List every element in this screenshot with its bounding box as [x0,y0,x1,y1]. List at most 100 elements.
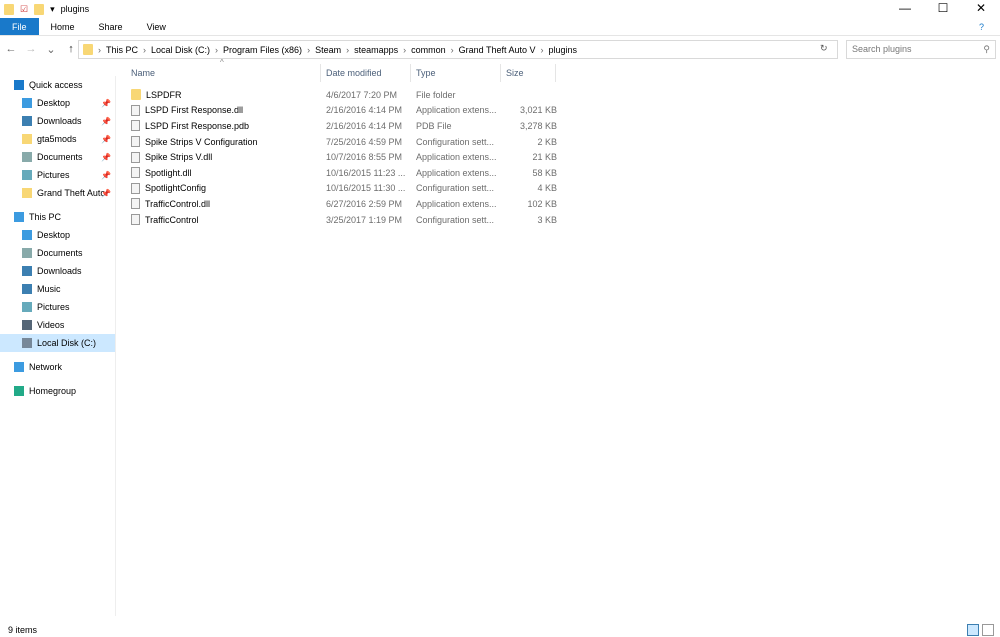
pin-icon: 📌 [101,98,111,108]
new-folder-icon[interactable] [34,3,45,15]
file-name: Spotlight.dll [145,167,192,178]
breadcrumb-item[interactable]: This PC [106,45,138,55]
file-row[interactable]: TrafficControl 3/25/2017 1:19 PM Configura… [126,212,561,228]
file-row[interactable]: Spotlight.dll 10/16/2015 11:23 ... Applica… [126,165,561,181]
file-name: TrafficControl.dll [145,198,211,209]
breadcrumb-item[interactable]: common [411,45,446,55]
file-name-cell: TrafficControl [126,214,321,226]
sidebar-item[interactable]: Downloads [0,262,115,280]
sidebar-item[interactable]: Documents [0,244,115,262]
sidebar-item-label: Documents [37,152,83,162]
computer-icon [14,212,24,222]
file-icon [131,136,140,148]
tab-home[interactable]: Home [39,18,87,35]
file-icon [131,182,140,194]
breadcrumb-item[interactable]: Program Files (x86) [223,45,302,55]
file-row[interactable]: TrafficControl.dll 6/27/2016 2:59 PM Appli… [126,196,561,212]
tab-view[interactable]: View [135,18,178,35]
file-type: Application extens... [416,198,497,209]
breadcrumb-item[interactable]: Local Disk (C:) [151,45,210,55]
file-icon [131,167,140,179]
file-row[interactable]: LSPDFR 4/6/2017 7:20 PM File folder [126,87,561,103]
breadcrumb-separator[interactable]: › [403,45,406,55]
breadcrumb-separator[interactable]: › [451,45,454,55]
search-placeholder: Search plugins [852,44,912,54]
sidebar-item-label: Homegroup [29,386,77,396]
customize-toolbar-icon[interactable]: ▾ [50,4,55,15]
file-type: Configuration sett... [416,214,495,225]
back-button[interactable]: ← [4,43,18,55]
sidebar-item[interactable]: Quick access [0,76,115,94]
file-size: 102 KB [527,198,557,209]
address-bar[interactable]: › This PC › Local Disk (C:) › Program Files (… [78,40,838,59]
sidebar-item[interactable]: Music [0,280,115,298]
sort-ascending-icon: ^ [220,58,224,67]
properties-icon[interactable]: ☑ [20,4,28,15]
large-icons-view-button[interactable] [982,624,994,636]
file-date: 6/27/2016 2:59 PM [326,198,403,209]
documents-icon [22,248,32,258]
file-size: 3,278 KB [519,120,557,131]
sidebar-item[interactable]: Desktop [0,226,115,244]
network-icon [14,362,24,372]
sidebar-item[interactable]: Pictures [0,298,115,316]
file-row[interactable]: LSPD First Response.pdb 2/16/2016 4:14 PM… [126,118,561,134]
help-icon[interactable]: ? [979,22,984,32]
pin-icon: 📌 [101,152,111,162]
sidebar-item[interactable]: This PC [0,208,115,226]
sidebar-item[interactable]: Pictures 📌 [0,166,115,184]
refresh-icon[interactable]: ↻ [820,43,828,54]
breadcrumb-separator[interactable]: › [346,45,349,55]
file-icon [131,120,140,132]
file-name-cell: LSPD First Response.dll [126,104,321,116]
desktop-icon [22,98,32,108]
file-row[interactable]: Spike Strips V.dll 10/7/2016 8:55 PM Appli… [126,149,561,165]
file-row[interactable]: SpotlightConfig 10/16/2015 11:30 ... Confi… [126,181,561,197]
breadcrumb-separator[interactable]: › [541,45,544,55]
file-type: File folder [416,89,456,100]
maximize-button[interactable]: ☐ [924,0,962,16]
details-view-button[interactable] [967,624,979,636]
breadcrumb-separator[interactable]: › [98,45,101,55]
sidebar-item[interactable]: Documents 📌 [0,148,115,166]
close-button[interactable]: ✕ [962,0,1000,16]
file-name: LSPDFR [146,89,182,100]
file-name-cell: SpotlightConfig [126,182,321,194]
up-button[interactable]: ↑ [64,43,78,55]
breadcrumb-item[interactable]: steamapps [354,45,398,55]
sidebar-item-label: Pictures [37,170,70,180]
column-date[interactable]: Date modified [321,64,411,82]
breadcrumb-separator[interactable]: › [143,45,146,55]
search-input[interactable]: Search plugins ⚲ [846,40,996,59]
tab-file[interactable]: File [0,18,39,35]
file-type: Application extens... [416,152,497,163]
sidebar-item[interactable]: Downloads 📌 [0,112,115,130]
sidebar-item[interactable]: Videos [0,316,115,334]
tab-share[interactable]: Share [87,18,135,35]
sidebar-item[interactable]: Grand Theft Auto V 📌 [0,184,115,202]
column-size[interactable]: Size [501,64,556,82]
breadcrumb-item[interactable]: plugins [549,45,578,55]
breadcrumb-separator[interactable]: › [307,45,310,55]
documents-icon [22,152,32,162]
file-name-cell: LSPDFR [126,89,321,101]
minimize-button[interactable]: — [886,0,924,16]
breadcrumb-item[interactable]: Steam [315,45,341,55]
breadcrumb-separator[interactable]: › [215,45,218,55]
sidebar-item[interactable]: gta5mods 📌 [0,130,115,148]
sidebar-item[interactable]: Local Disk (C:) [0,334,115,352]
file-name: LSPD First Response.pdb [145,120,250,131]
file-date: 10/7/2016 8:55 PM [326,152,403,163]
desktop-icon [22,230,32,240]
file-row[interactable]: Spike Strips V Configuration 7/25/2016 4:… [126,134,561,150]
recent-locations-button[interactable]: ⌄ [44,43,58,56]
sidebar-item[interactable]: Homegroup [0,382,115,400]
folder-icon [22,188,32,198]
sidebar-item[interactable]: Desktop 📌 [0,94,115,112]
file-name-cell: TrafficControl.dll [126,198,321,210]
forward-button[interactable]: → [24,43,38,55]
file-row[interactable]: LSPD First Response.dll 2/16/2016 4:14 PM… [126,103,561,119]
column-type[interactable]: Type [411,64,501,82]
breadcrumb-item[interactable]: Grand Theft Auto V [459,45,536,55]
sidebar-item[interactable]: Network [0,358,115,376]
